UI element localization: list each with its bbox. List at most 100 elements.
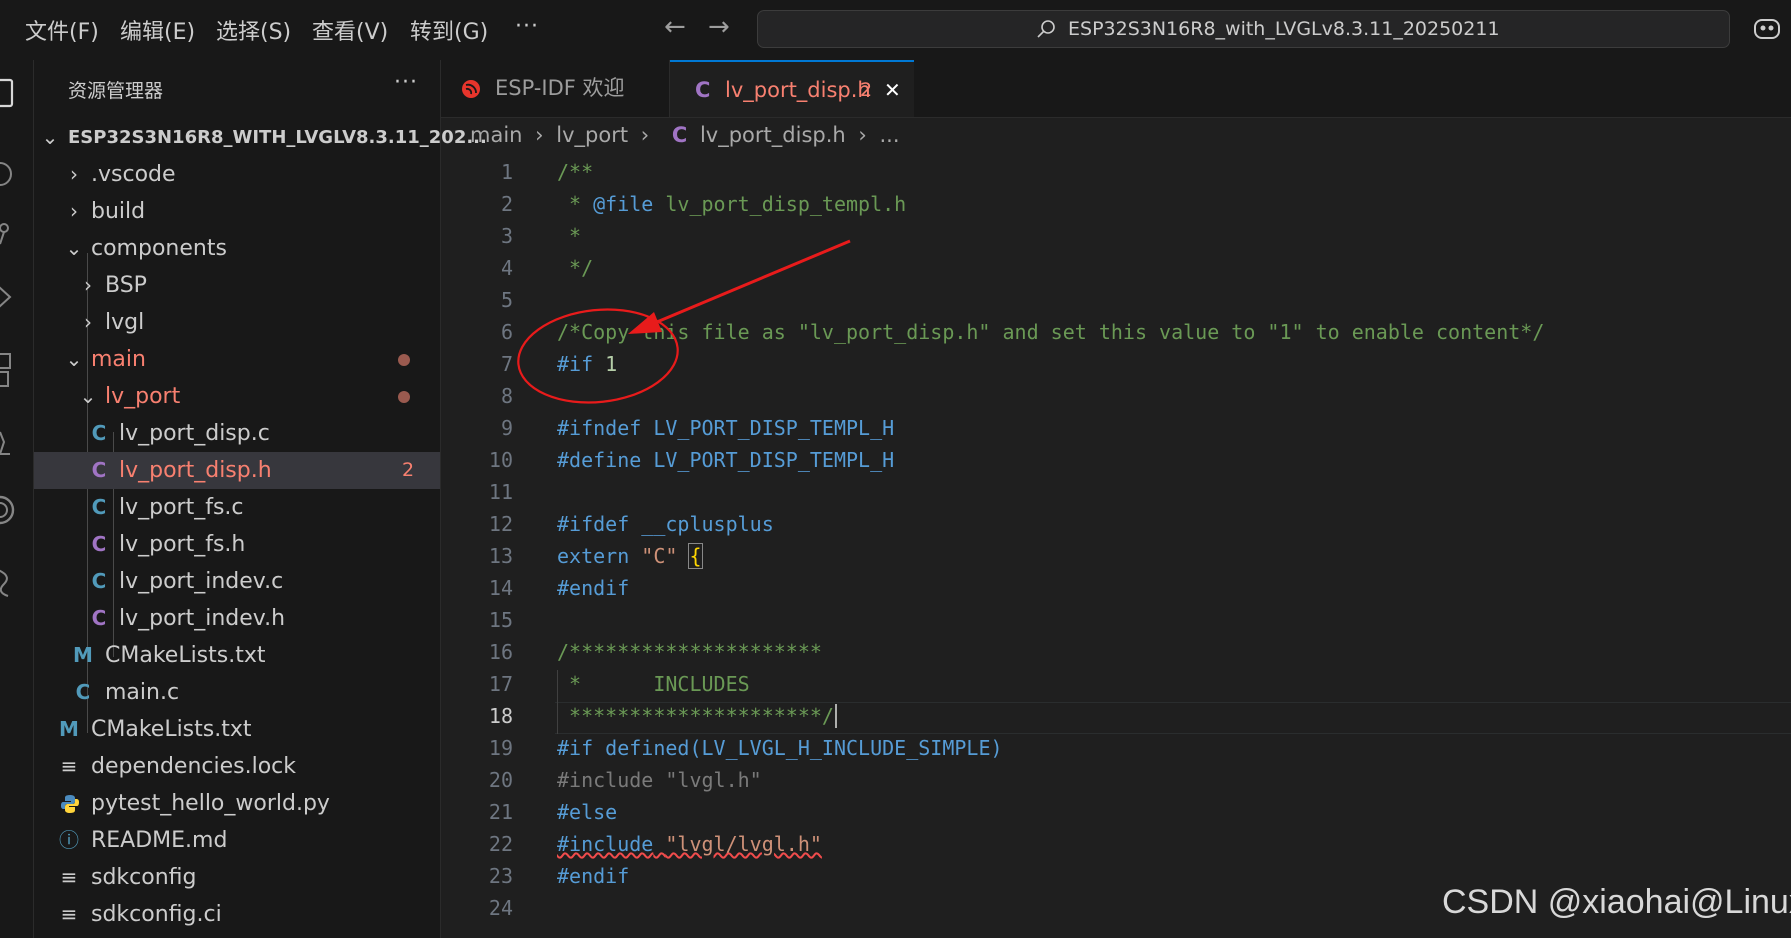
code-line: /*Copy this file as "lv_port_disp.h" and… (557, 320, 1544, 344)
line-number: 10 (488, 448, 513, 472)
folder-label: .vscode (91, 162, 176, 187)
line-number: 16 (488, 640, 513, 664)
c-header-file-icon: C (91, 458, 107, 482)
code-line: #if defined(LV_LVGL_H_INCLUDE_SIMPLE) (557, 736, 1003, 760)
line-number: 8 (500, 384, 513, 408)
text-file-icon: ≡ (60, 902, 78, 926)
file-lv-port-disp-h[interactable]: C lv_port_disp.h 2 (34, 452, 440, 489)
code-token: #if (557, 352, 594, 376)
code-token: LV_PORT_DISP_TEMPL_H (653, 448, 895, 472)
breadcrumb-item[interactable]: main (470, 123, 522, 147)
code-token: * (557, 192, 594, 216)
explorer-icon[interactable] (0, 78, 14, 108)
menu-more-button[interactable]: ··· (515, 14, 539, 39)
folder-components[interactable]: ⌄ components (34, 230, 440, 267)
close-icon[interactable]: ✕ (884, 62, 901, 119)
file-lv-port-disp-c[interactable]: C lv_port_disp.c (34, 415, 440, 452)
arrow-right-icon[interactable]: → (708, 12, 730, 42)
menu-go[interactable]: 转到(G) (410, 14, 488, 46)
file-label: dependencies.lock (91, 754, 296, 779)
folder-lv-port[interactable]: ⌄ lv_port (34, 378, 440, 415)
file-label: lv_port_indev.h (119, 606, 286, 631)
folder-main[interactable]: ⌄ main (34, 341, 440, 378)
run-debug-icon[interactable] (0, 282, 14, 312)
file-lv-port-indev-c[interactable]: C lv_port_indev.c (34, 563, 440, 600)
esp-idf-icon[interactable] (0, 490, 16, 530)
line-number: 20 (488, 768, 513, 792)
explorer-more-button[interactable]: ··· (394, 70, 418, 95)
code-line: /********************* (557, 640, 822, 664)
code-token: defined (605, 736, 690, 760)
file-readme[interactable]: ⓘ README.md (34, 822, 440, 859)
menu-edit[interactable]: 编辑(E) (120, 14, 195, 46)
chevron-down-icon: ⌄ (65, 236, 83, 260)
code-token: */ (557, 256, 594, 280)
workspace-root-label: ESP32S3N16R8_WITH_LVGLV8.3.11_202... (68, 127, 487, 148)
tab-esp-idf-welcome[interactable]: ESP-IDF 欢迎 (441, 60, 670, 117)
folder-vscode[interactable]: › .vscode (34, 156, 440, 193)
file-pytest-hello-world[interactable]: pytest_hello_world.py (34, 785, 440, 822)
file-sdkconfig-ci[interactable]: ≡ sdkconfig.ci (34, 896, 440, 933)
code-line: /** (557, 160, 593, 184)
file-main-c[interactable]: C main.c (34, 674, 440, 711)
breadcrumb-separator: › (640, 123, 650, 147)
chevron-right-icon: › (70, 199, 78, 223)
copilot-icon[interactable] (1752, 16, 1782, 42)
breadcrumb-item[interactable]: lv_port_disp.h (700, 123, 846, 147)
code-token: "C" (641, 544, 678, 568)
modified-dot (398, 354, 410, 366)
file-lv-port-indev-h[interactable]: C lv_port_indev.h (34, 600, 440, 637)
file-label: lv_port_indev.c (119, 569, 284, 594)
tab-lv-port-disp-h[interactable]: C lv_port_disp.h 2 ✕ (670, 60, 914, 117)
code-token: "lvgl.h" (665, 768, 762, 792)
search-view-icon[interactable] (0, 160, 14, 190)
code-token: #else (557, 800, 618, 824)
workspace-root[interactable]: ⌄ ESP32S3N16R8_WITH_LVGLV8.3.11_202... (34, 119, 487, 156)
extensions-icon[interactable] (0, 350, 14, 390)
breadcrumb-item[interactable]: ... (879, 123, 899, 147)
menu-file[interactable]: 文件(F) (25, 14, 99, 46)
source-control-icon[interactable] (0, 220, 14, 250)
code-token: #include (557, 768, 654, 792)
file-dependencies-lock[interactable]: ≡ dependencies.lock (34, 748, 440, 785)
menu-selection[interactable]: 选择(S) (216, 14, 291, 46)
arrow-left-icon[interactable]: ← (664, 12, 686, 42)
file-lv-port-fs-h[interactable]: C lv_port_fs.h (34, 526, 440, 563)
command-center-search[interactable]: ESP32S3N16R8_with_LVGLv8.3.11_20250211 (757, 10, 1730, 48)
file-lv-port-fs-c[interactable]: C lv_port_fs.c (34, 489, 440, 526)
line-number-current: 18 (488, 704, 513, 728)
c-file-icon: C (91, 569, 107, 593)
menu-view[interactable]: 查看(V) (312, 14, 388, 46)
code-line: #else (557, 800, 617, 824)
c-file-icon: C (91, 421, 107, 445)
file-label: lv_port_disp.c (119, 421, 270, 446)
folder-lvgl[interactable]: › lvgl (34, 304, 440, 341)
file-label: main.c (105, 680, 180, 705)
chevron-right-icon: › (84, 273, 92, 297)
code-token: #include (557, 832, 654, 856)
chevron-right-icon: › (70, 162, 78, 186)
file-root-cmakelists[interactable]: M CMakeLists.txt (34, 711, 440, 748)
code-token: #endif (557, 864, 630, 888)
file-main-cmakelists[interactable]: M CMakeLists.txt (34, 637, 440, 674)
code-token: "lvgl/lvgl.h" (665, 832, 822, 856)
code-token: @file (593, 192, 654, 216)
code-token: /*Copy this file as "lv_port_disp.h" and… (557, 320, 1545, 344)
file-sdkconfig[interactable]: ≡ sdkconfig (34, 859, 440, 896)
line-number: 24 (488, 896, 513, 920)
code-line: #endif (557, 864, 629, 888)
line-number: 23 (488, 864, 513, 888)
extension-panel-icon[interactable] (0, 566, 14, 600)
testing-icon[interactable] (0, 428, 14, 458)
text-file-icon: ≡ (60, 865, 78, 889)
folder-build[interactable]: › build (34, 193, 440, 230)
code-line: #ifdef __cplusplus (557, 512, 774, 536)
file-label: lv_port_fs.h (119, 532, 246, 557)
line-number: 6 (500, 320, 513, 344)
c-header-file-icon: C (91, 532, 107, 556)
code-line: #endif (557, 576, 629, 600)
folder-label: components (91, 236, 227, 261)
text-cursor (834, 704, 837, 728)
folder-bsp[interactable]: › BSP (34, 267, 440, 304)
breadcrumb-item[interactable]: lv_port (556, 123, 628, 147)
